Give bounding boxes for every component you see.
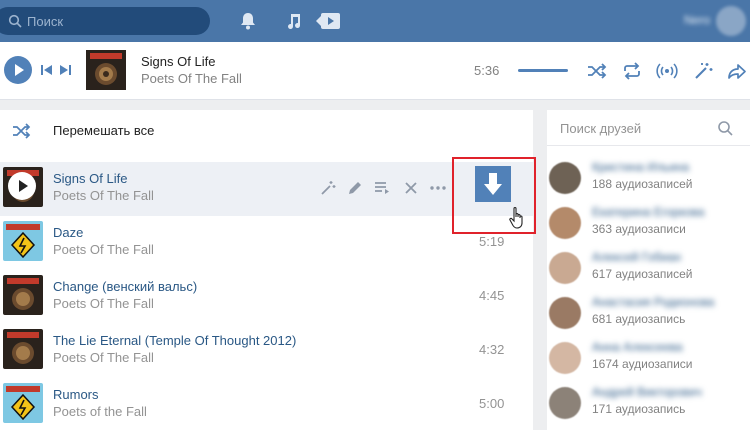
album-cover <box>86 50 126 90</box>
avatar[interactable] <box>549 297 581 329</box>
add-to-queue-icon[interactable] <box>373 179 391 197</box>
player-track-artist[interactable]: Poets Of The Fall <box>141 71 242 86</box>
previous-track-icon[interactable] <box>40 63 54 77</box>
more-icon[interactable] <box>429 179 447 197</box>
audio-player: Signs Of Life Poets Of The Fall 5:36 <box>0 42 750 100</box>
share-icon[interactable] <box>726 60 748 82</box>
track-artist[interactable]: Poets Of The Fall <box>53 350 154 365</box>
shuffle-icon[interactable] <box>586 60 608 82</box>
track-artist[interactable]: Poets Of The Fall <box>53 188 154 203</box>
friend-audio-count[interactable]: 617 аудиозаписей <box>592 267 693 281</box>
friend-item[interactable]: Анна Алексеева 1674 аудиозаписи <box>547 337 750 382</box>
album-cover <box>3 221 43 261</box>
friends-search-input[interactable]: Поиск друзей <box>547 110 750 146</box>
magic-wand-icon[interactable] <box>319 179 337 197</box>
video-play-icon[interactable] <box>316 11 340 31</box>
track-row[interactable]: Change (венский вальс) Poets Of The Fall… <box>0 270 533 324</box>
volume-slider[interactable] <box>518 69 568 72</box>
bell-icon[interactable] <box>238 11 258 31</box>
friend-audio-count[interactable]: 1674 аудиозаписи <box>592 357 693 371</box>
play-button[interactable] <box>4 56 32 84</box>
hand-cursor-icon <box>509 206 523 229</box>
friend-item[interactable]: Екатерина Егоркова 363 аудиозаписи <box>547 202 750 247</box>
friend-audio-count[interactable]: 363 аудиозаписи <box>592 222 686 236</box>
track-artist[interactable]: Poets Of The Fall <box>53 242 154 257</box>
track-duration: 4:32 <box>479 342 505 357</box>
friends-panel: Поиск друзей Кристина Ильина 188 аудиоза… <box>547 110 750 430</box>
track-row[interactable]: Rumors Poets of the Fall 5:00 <box>0 378 533 430</box>
track-title[interactable]: Change (венский вальс) <box>53 279 197 294</box>
track-duration: 5:19 <box>479 234 505 249</box>
edit-icon[interactable] <box>346 179 364 197</box>
avatar[interactable] <box>549 207 581 239</box>
friend-item[interactable]: Алексей Гобиан 617 аудиозаписей <box>547 247 750 292</box>
avatar[interactable] <box>716 6 746 36</box>
track-play-button[interactable] <box>8 172 36 200</box>
repeat-icon[interactable] <box>621 60 643 82</box>
avatar[interactable] <box>549 252 581 284</box>
album-cover <box>3 275 43 315</box>
search-placeholder: Поиск <box>27 13 64 29</box>
album-cover <box>3 329 43 369</box>
friend-name[interactable]: Кристина Ильина <box>592 160 689 174</box>
friend-name[interactable]: Анастасия Родионова <box>592 295 714 309</box>
track-artist[interactable]: Poets Of The Fall <box>53 296 154 311</box>
friend-item[interactable]: Анастасия Родионова 681 аудиозапись <box>547 292 750 337</box>
search-icon <box>8 14 22 28</box>
friend-audio-count[interactable]: 681 аудиозапись <box>592 312 685 326</box>
avatar[interactable] <box>549 387 581 419</box>
track-title[interactable]: The Lie Eternal (Temple Of Thought 2012) <box>53 333 296 348</box>
friend-name[interactable]: Андрей Викторович <box>592 385 702 399</box>
download-icon[interactable] <box>475 166 511 202</box>
broadcast-icon[interactable] <box>656 60 678 82</box>
album-cover <box>3 383 43 423</box>
shuffle-all-label: Перемешать все <box>53 123 155 138</box>
friends-search-placeholder: Поиск друзей <box>560 121 642 136</box>
friend-name[interactable]: Анна Алексеева <box>592 340 683 354</box>
friend-item[interactable]: Кристина Ильина 188 аудиозаписей <box>547 157 750 202</box>
search-input[interactable]: Поиск <box>0 7 210 35</box>
friend-audio-count[interactable]: 171 аудиозапись <box>592 402 685 416</box>
track-duration: 4:45 <box>479 288 505 303</box>
avatar[interactable] <box>549 342 581 374</box>
close-icon[interactable] <box>402 179 420 197</box>
magic-wand-icon[interactable] <box>692 60 714 82</box>
friend-name[interactable]: Екатерина Егоркова <box>592 205 704 219</box>
track-row[interactable]: The Lie Eternal (Temple Of Thought 2012)… <box>0 324 533 378</box>
track-title[interactable]: Daze <box>53 225 83 240</box>
shuffle-all-button[interactable]: Перемешать все <box>0 110 533 152</box>
player-time[interactable]: 5:36 <box>474 63 499 78</box>
shuffle-icon <box>13 123 31 139</box>
search-icon[interactable] <box>717 120 733 136</box>
track-artist[interactable]: Poets of the Fall <box>53 404 147 419</box>
music-note-icon[interactable] <box>284 11 304 31</box>
user-name[interactable]: Nero <box>684 13 710 27</box>
avatar[interactable] <box>549 162 581 194</box>
track-title[interactable]: Signs Of Life <box>53 171 127 186</box>
track-duration: 5:00 <box>479 396 505 411</box>
friend-audio-count[interactable]: 188 аудиозаписей <box>592 177 693 191</box>
track-title[interactable]: Rumors <box>53 387 99 402</box>
friend-item[interactable]: Андрей Викторович 171 аудиозапись <box>547 382 750 427</box>
top-header: Поиск Nero <box>0 0 750 42</box>
next-track-icon[interactable] <box>58 63 72 77</box>
player-track-title[interactable]: Signs Of Life <box>141 54 215 69</box>
friend-name[interactable]: Алексей Гобиан <box>592 250 681 264</box>
